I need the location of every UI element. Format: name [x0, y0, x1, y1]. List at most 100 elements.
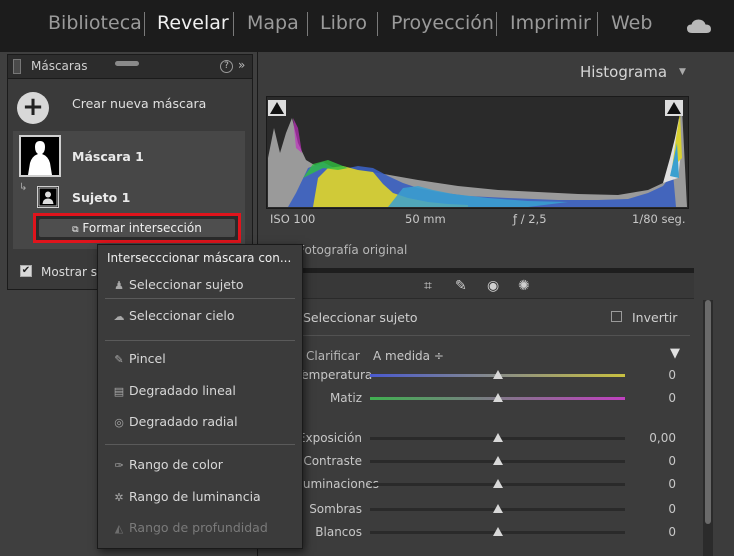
subject-component-label[interactable]: Sujeto 1	[72, 190, 130, 205]
menu-item-subject[interactable]: ♟ Seleccionar sujeto	[112, 277, 244, 292]
section-divider	[278, 335, 690, 336]
menu-separator	[105, 444, 295, 445]
masks-panel-header: Máscaras ? »	[8, 55, 252, 79]
branch-arrow-icon: ↳	[19, 182, 28, 193]
menu-item-label: Degradado lineal	[129, 383, 236, 398]
cloud-icon[interactable]	[686, 18, 712, 34]
brush-icon: ✎	[114, 353, 124, 366]
masking-icon[interactable]: ✺	[518, 278, 530, 294]
show-overlay-label: Mostrar superposición	[41, 265, 97, 279]
module-separator	[144, 12, 145, 36]
crop-icon[interactable]: ⌗	[424, 278, 432, 294]
module-web[interactable]: Web	[611, 12, 652, 34]
collapse-icon[interactable]: »	[238, 58, 245, 72]
mask-thumbnail[interactable]	[19, 135, 61, 177]
slider-label: Contraste	[303, 454, 362, 468]
menu-item-luminance-range[interactable]: ✲ Rango de luminancia	[112, 489, 261, 504]
slider-value[interactable]: 0,00	[632, 431, 676, 445]
module-separator	[233, 12, 234, 36]
slider-label: Blancos	[315, 525, 362, 539]
slider-label: Exposición	[297, 431, 362, 445]
module-separator	[597, 12, 598, 36]
preset-label: Clarificar	[306, 349, 360, 363]
original-photo-toggle[interactable]: Fotografía original	[298, 243, 407, 257]
menu-item-label: Seleccionar cielo	[129, 308, 235, 323]
module-mapa[interactable]: Mapa	[247, 12, 299, 34]
menu-item-color-range[interactable]: ✑ Rango de color	[112, 457, 223, 472]
slider-thumb[interactable]	[492, 393, 503, 402]
slider-value[interactable]: 0	[632, 454, 676, 468]
radial-gradient-icon: ◎	[114, 416, 124, 429]
slider-value[interactable]: 0	[632, 368, 676, 382]
invert-checkbox[interactable]	[611, 311, 622, 322]
preset-dropdown[interactable]: A medida ÷	[373, 349, 444, 363]
slider-thumb[interactable]	[492, 527, 503, 536]
subject-icon: ♟	[114, 279, 124, 292]
plus-icon[interactable]: +	[17, 92, 49, 124]
menu-item-sky[interactable]: ☁ Seleccionar cielo	[112, 308, 235, 323]
intersect-button[interactable]: ⧉ Formar intersección	[39, 219, 235, 237]
slider-thumb[interactable]	[492, 504, 503, 513]
show-overlay-checkbox[interactable]: ✔	[20, 265, 32, 277]
shutter-speed: 1/80 seg.	[632, 212, 686, 226]
slider-thumb[interactable]	[492, 479, 503, 488]
help-icon[interactable]: ?	[220, 60, 233, 73]
mask-type-label: Seleccionar sujeto	[303, 310, 418, 325]
slider-label: Sombras	[309, 502, 362, 516]
red-eye-icon[interactable]: ◉	[487, 278, 499, 294]
module-libro[interactable]: Libro	[320, 12, 367, 34]
module-separator	[496, 12, 497, 36]
focal-length: 50 mm	[405, 212, 446, 226]
create-mask-button[interactable]: Crear nueva máscara	[72, 96, 206, 111]
module-revelar[interactable]: Revelar	[157, 12, 229, 34]
menu-item-linear-gradient[interactable]: ▤ Degradado lineal	[112, 383, 236, 398]
shadow-clipping-icon[interactable]	[268, 100, 286, 116]
sky-icon: ☁	[113, 310, 125, 323]
masks-panel-title: Máscaras	[31, 59, 88, 73]
disclosure-triangle-icon[interactable]: ▼	[670, 346, 680, 361]
module-proyeccion[interactable]: Proyección	[391, 12, 494, 34]
module-biblioteca[interactable]: Biblioteca	[48, 12, 142, 34]
menu-item-label: Seleccionar sujeto	[129, 277, 244, 292]
histogram-title[interactable]: Histograma	[580, 63, 667, 81]
color-range-icon: ✑	[114, 459, 124, 472]
menu-item-label: Rango de profundidad	[129, 520, 268, 535]
menu-item-label: Degradado radial	[129, 414, 238, 429]
intersect-button-label: Formar intersección	[82, 221, 202, 235]
linear-gradient-icon: ▤	[113, 385, 125, 398]
healing-icon[interactable]: ✎	[455, 278, 467, 294]
menu-item-label: Rango de luminancia	[129, 489, 261, 504]
menu-item-label: Pincel	[129, 351, 166, 366]
slider-thumb[interactable]	[492, 433, 503, 442]
slider-value[interactable]: 0	[632, 525, 676, 539]
menu-separator	[105, 298, 295, 299]
module-imprimir[interactable]: Imprimir	[510, 12, 591, 34]
slider-label: Temperatura	[296, 368, 373, 382]
mask-name[interactable]: Máscara 1	[72, 149, 144, 164]
histogram-graph[interactable]	[268, 98, 687, 207]
aperture-value: ƒ / 2,5	[513, 212, 547, 226]
highlight-clipping-icon[interactable]	[665, 100, 683, 116]
panel-drag-handle[interactable]	[115, 61, 139, 66]
slider-label: Iluminaciones	[296, 477, 379, 491]
slider-value[interactable]: 0	[632, 502, 676, 516]
menu-item-depth-range: ◭ Rango de profundidad	[112, 520, 268, 535]
scrollbar-thumb[interactable]	[705, 300, 711, 524]
panel-grip-icon[interactable]	[13, 59, 21, 74]
invert-label: Invertir	[632, 310, 678, 325]
collapse-arrow-icon[interactable]: ▼	[679, 67, 686, 77]
subject-thumbnail[interactable]	[37, 186, 59, 208]
menu-item-radial-gradient[interactable]: ◎ Degradado radial	[112, 414, 238, 429]
slider-value[interactable]: 0	[632, 477, 676, 491]
menu-title: Intersecccionar máscara con...	[107, 251, 292, 265]
slider-thumb[interactable]	[492, 456, 503, 465]
slider-value[interactable]: 0	[632, 391, 676, 405]
intersect-icon: ⧉	[72, 225, 79, 235]
iso-value: ISO 100	[270, 212, 316, 226]
slider-thumb[interactable]	[492, 370, 503, 379]
slider-label: Matiz	[329, 391, 362, 405]
luminance-range-icon: ✲	[114, 491, 124, 504]
menu-item-brush[interactable]: ✎ Pincel	[112, 351, 166, 366]
module-bar: Biblioteca Revelar Mapa Libro Proyección…	[0, 0, 734, 52]
depth-range-icon: ◭	[114, 522, 124, 535]
